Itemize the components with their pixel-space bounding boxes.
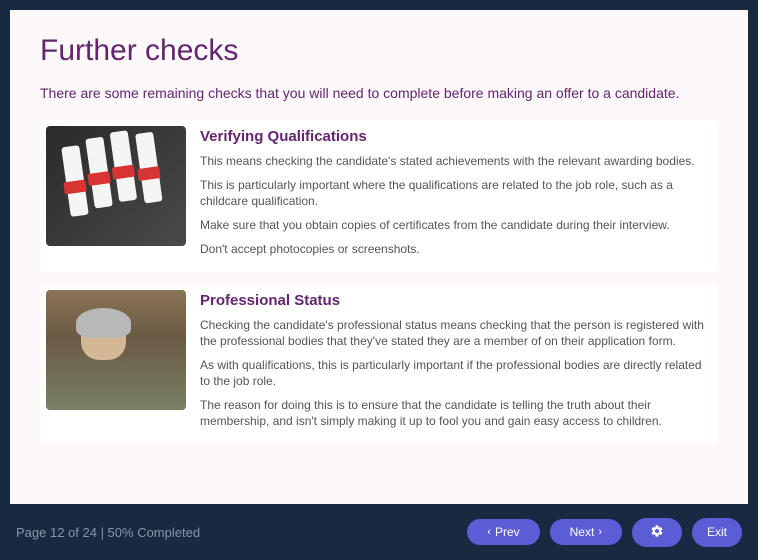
page-title: Further checks [40,34,718,68]
prev-button[interactable]: ‹ Prev [467,519,539,545]
next-label: Next [570,525,595,539]
right-buttons: Exit [632,518,742,547]
chevron-right-icon: › [598,526,602,538]
settings-button[interactable] [632,518,682,547]
chevron-left-icon: ‹ [487,526,491,538]
card-text: This is particularly important where the… [200,177,704,209]
nav-buttons: ‹ Prev Next › [467,519,622,545]
next-button[interactable]: Next › [550,519,622,545]
gear-icon [650,524,664,541]
card-title: Verifying Qualifications [200,128,704,145]
card-text: The reason for doing this is to ensure t… [200,397,704,429]
card-text: Checking the candidate's professional st… [200,317,704,349]
card-text: As with qualifications, this is particul… [200,357,704,389]
footer: Page 12 of 24 | 50% Completed ‹ Prev Nex… [0,504,758,560]
card-professional-status: Professional Status Checking the candida… [40,284,718,444]
card-text: Make sure that you obtain copies of cert… [200,217,704,233]
card-image-person [46,290,186,410]
page-status: Page 12 of 24 | 50% Completed [16,525,200,540]
card-body: Professional Status Checking the candida… [200,290,712,438]
card-verifying-qualifications: Verifying Qualifications This means chec… [40,120,718,272]
page-intro: There are some remaining checks that you… [40,84,718,104]
card-title: Professional Status [200,292,704,309]
card-body: Verifying Qualifications This means chec… [200,126,712,266]
card-text: Don't accept photocopies or screenshots. [200,241,704,257]
prev-label: Prev [495,525,520,539]
content-area: Further checks There are some remaining … [10,10,748,504]
card-image-diplomas [46,126,186,246]
card-text: This means checking the candidate's stat… [200,153,704,169]
exit-button[interactable]: Exit [692,518,742,547]
exit-label: Exit [707,525,727,539]
